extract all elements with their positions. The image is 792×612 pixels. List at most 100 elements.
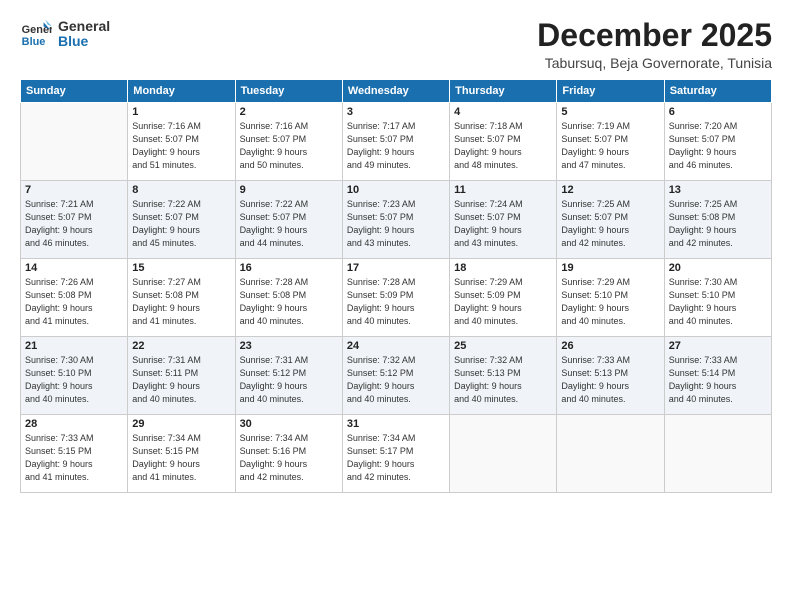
calendar-week-row: 14 Sunrise: 7:26 AMSunset: 5:08 PMDayligh… (21, 259, 772, 337)
day-info: Sunrise: 7:32 AMSunset: 5:12 PMDaylight:… (347, 354, 445, 406)
table-row: 16 Sunrise: 7:28 AMSunset: 5:08 PMDayligh… (235, 259, 342, 337)
table-row: 23 Sunrise: 7:31 AMSunset: 5:12 PMDayligh… (235, 337, 342, 415)
day-number: 28 (25, 418, 123, 430)
table-row: 14 Sunrise: 7:26 AMSunset: 5:08 PMDayligh… (21, 259, 128, 337)
calendar-week-row: 1 Sunrise: 7:16 AMSunset: 5:07 PMDaylight… (21, 103, 772, 181)
title-block: December 2025 Tabursuq, Beja Governorate… (537, 18, 772, 71)
day-info: Sunrise: 7:18 AMSunset: 5:07 PMDaylight:… (454, 120, 552, 172)
table-row: 31 Sunrise: 7:34 AMSunset: 5:17 PMDayligh… (342, 415, 449, 493)
day-number: 1 (132, 106, 230, 118)
table-row: 6 Sunrise: 7:20 AMSunset: 5:07 PMDaylight… (664, 103, 771, 181)
table-row: 22 Sunrise: 7:31 AMSunset: 5:11 PMDayligh… (128, 337, 235, 415)
day-info: Sunrise: 7:16 AMSunset: 5:07 PMDaylight:… (240, 120, 338, 172)
day-number: 19 (561, 262, 659, 274)
day-info: Sunrise: 7:33 AMSunset: 5:13 PMDaylight:… (561, 354, 659, 406)
day-number: 5 (561, 106, 659, 118)
day-number: 9 (240, 184, 338, 196)
table-row: 30 Sunrise: 7:34 AMSunset: 5:16 PMDayligh… (235, 415, 342, 493)
day-info: Sunrise: 7:24 AMSunset: 5:07 PMDaylight:… (454, 198, 552, 250)
table-row: 15 Sunrise: 7:27 AMSunset: 5:08 PMDayligh… (128, 259, 235, 337)
table-row: 12Sunrise: 7:25 AMSunset: 5:07 PMDayligh… (557, 181, 664, 259)
day-info: Sunrise: 7:34 AMSunset: 5:17 PMDaylight:… (347, 432, 445, 484)
calendar-week-row: 7Sunrise: 7:21 AMSunset: 5:07 PMDaylight… (21, 181, 772, 259)
logo-line1: General (58, 19, 110, 34)
day-number: 26 (561, 340, 659, 352)
location-subtitle: Tabursuq, Beja Governorate, Tunisia (537, 55, 772, 71)
logo: General Blue General Blue (20, 18, 110, 50)
table-row (557, 415, 664, 493)
day-number: 4 (454, 106, 552, 118)
day-number: 22 (132, 340, 230, 352)
day-info: Sunrise: 7:25 AMSunset: 5:07 PMDaylight:… (561, 198, 659, 250)
day-number: 23 (240, 340, 338, 352)
table-row: 28Sunrise: 7:33 AMSunset: 5:15 PMDayligh… (21, 415, 128, 493)
day-info: Sunrise: 7:29 AMSunset: 5:10 PMDaylight:… (561, 276, 659, 328)
table-row (21, 103, 128, 181)
svg-text:General: General (22, 24, 52, 36)
day-number: 17 (347, 262, 445, 274)
day-number: 24 (347, 340, 445, 352)
table-row: 10 Sunrise: 7:23 AMSunset: 5:07 PMDayligh… (342, 181, 449, 259)
table-row: 1Sunrise: 7:16 AMSunset: 5:07 PMDaylight… (128, 103, 235, 181)
day-number: 21 (25, 340, 123, 352)
logo-icon: General Blue (20, 18, 52, 50)
day-number: 6 (669, 106, 767, 118)
day-number: 20 (669, 262, 767, 274)
day-number: 10 (347, 184, 445, 196)
day-info: Sunrise: 7:31 AMSunset: 5:11 PMDaylight:… (132, 354, 230, 406)
month-title: December 2025 (537, 18, 772, 53)
table-row: 27 Sunrise: 7:33 AMSunset: 5:14 PMDayligh… (664, 337, 771, 415)
calendar-week-row: 28Sunrise: 7:33 AMSunset: 5:15 PMDayligh… (21, 415, 772, 493)
day-info: Sunrise: 7:28 AMSunset: 5:08 PMDaylight:… (240, 276, 338, 328)
table-row: 29 Sunrise: 7:34 AMSunset: 5:15 PMDayligh… (128, 415, 235, 493)
day-info: Sunrise: 7:34 AMSunset: 5:15 PMDaylight:… (132, 432, 230, 484)
table-row (664, 415, 771, 493)
table-row: 13Sunrise: 7:25 AMSunset: 5:08 PMDayligh… (664, 181, 771, 259)
day-info: Sunrise: 7:29 AMSunset: 5:09 PMDaylight:… (454, 276, 552, 328)
col-thursday: Thursday (450, 80, 557, 103)
day-info: Sunrise: 7:22 AMSunset: 5:07 PMDaylight:… (132, 198, 230, 250)
table-row: 17Sunrise: 7:28 AMSunset: 5:09 PMDayligh… (342, 259, 449, 337)
day-number: 29 (132, 418, 230, 430)
day-info: Sunrise: 7:19 AMSunset: 5:07 PMDaylight:… (561, 120, 659, 172)
day-info: Sunrise: 7:25 AMSunset: 5:08 PMDaylight:… (669, 198, 767, 250)
table-row: 20Sunrise: 7:30 AMSunset: 5:10 PMDayligh… (664, 259, 771, 337)
day-info: Sunrise: 7:26 AMSunset: 5:08 PMDaylight:… (25, 276, 123, 328)
day-info: Sunrise: 7:33 AMSunset: 5:14 PMDaylight:… (669, 354, 767, 406)
day-number: 15 (132, 262, 230, 274)
table-row: 2Sunrise: 7:16 AMSunset: 5:07 PMDaylight… (235, 103, 342, 181)
day-info: Sunrise: 7:30 AMSunset: 5:10 PMDaylight:… (25, 354, 123, 406)
logo-line2: Blue (58, 34, 88, 49)
day-info: Sunrise: 7:23 AMSunset: 5:07 PMDaylight:… (347, 198, 445, 250)
svg-text:Blue: Blue (22, 36, 46, 48)
day-info: Sunrise: 7:17 AMSunset: 5:07 PMDaylight:… (347, 120, 445, 172)
day-info: Sunrise: 7:22 AMSunset: 5:07 PMDaylight:… (240, 198, 338, 250)
day-number: 8 (132, 184, 230, 196)
col-saturday: Saturday (664, 80, 771, 103)
day-number: 30 (240, 418, 338, 430)
day-info: Sunrise: 7:21 AMSunset: 5:07 PMDaylight:… (25, 198, 123, 250)
day-info: Sunrise: 7:32 AMSunset: 5:13 PMDaylight:… (454, 354, 552, 406)
day-info: Sunrise: 7:20 AMSunset: 5:07 PMDaylight:… (669, 120, 767, 172)
calendar-week-row: 21 Sunrise: 7:30 AMSunset: 5:10 PMDayligh… (21, 337, 772, 415)
table-row: 3Sunrise: 7:17 AMSunset: 5:07 PMDaylight… (342, 103, 449, 181)
day-info: Sunrise: 7:34 AMSunset: 5:16 PMDaylight:… (240, 432, 338, 484)
calendar-table: Sunday Monday Tuesday Wednesday Thursday… (20, 79, 772, 493)
table-row: 25 Sunrise: 7:32 AMSunset: 5:13 PMDayligh… (450, 337, 557, 415)
day-number: 27 (669, 340, 767, 352)
table-row: 18 Sunrise: 7:29 AMSunset: 5:09 PMDayligh… (450, 259, 557, 337)
table-row: 5 Sunrise: 7:19 AMSunset: 5:07 PMDaylight… (557, 103, 664, 181)
day-number: 31 (347, 418, 445, 430)
day-number: 25 (454, 340, 552, 352)
day-number: 16 (240, 262, 338, 274)
col-tuesday: Tuesday (235, 80, 342, 103)
col-friday: Friday (557, 80, 664, 103)
table-row: 4 Sunrise: 7:18 AMSunset: 5:07 PMDaylight… (450, 103, 557, 181)
day-info: Sunrise: 7:31 AMSunset: 5:12 PMDaylight:… (240, 354, 338, 406)
col-monday: Monday (128, 80, 235, 103)
day-info: Sunrise: 7:27 AMSunset: 5:08 PMDaylight:… (132, 276, 230, 328)
day-number: 18 (454, 262, 552, 274)
table-row: 8 Sunrise: 7:22 AMSunset: 5:07 PMDaylight… (128, 181, 235, 259)
day-number: 14 (25, 262, 123, 274)
col-wednesday: Wednesday (342, 80, 449, 103)
